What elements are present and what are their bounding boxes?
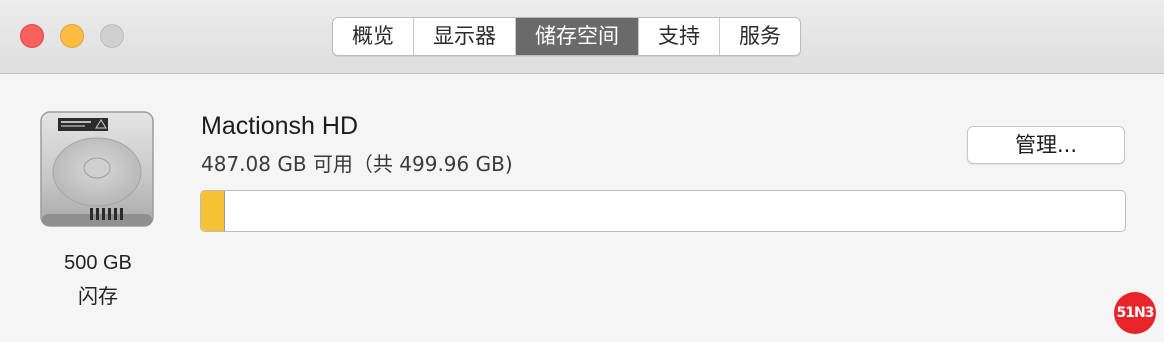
- storage-usage-bar: [200, 190, 1126, 232]
- tab-service[interactable]: 服务: [720, 18, 800, 55]
- minimize-window-button[interactable]: [60, 24, 84, 48]
- volume-name: Mactionsh HD: [201, 112, 358, 140]
- window-titlebar: 概览 显示器 储存空间 支持 服务: [0, 0, 1164, 74]
- zoom-window-button[interactable]: [100, 24, 124, 48]
- disk-type-label: 闪存: [78, 284, 118, 308]
- tab-storage[interactable]: 储存空间: [516, 18, 639, 55]
- manage-button[interactable]: 管理...: [967, 126, 1125, 164]
- tab-displays[interactable]: 显示器: [414, 18, 516, 55]
- tab-overview[interactable]: 概览: [333, 18, 414, 55]
- watermark-logo: 51N3: [1114, 292, 1156, 334]
- hard-drive-icon: [38, 110, 156, 230]
- tab-bar: 概览 显示器 储存空间 支持 服务: [332, 17, 801, 56]
- volume-capacity: 487.08 GB 可用（共 499.96 GB): [201, 152, 513, 176]
- tab-support[interactable]: 支持: [639, 18, 720, 55]
- close-window-button[interactable]: [20, 24, 44, 48]
- storage-used-segment: [201, 191, 225, 231]
- disk-size-label: 500 GB: [64, 252, 132, 274]
